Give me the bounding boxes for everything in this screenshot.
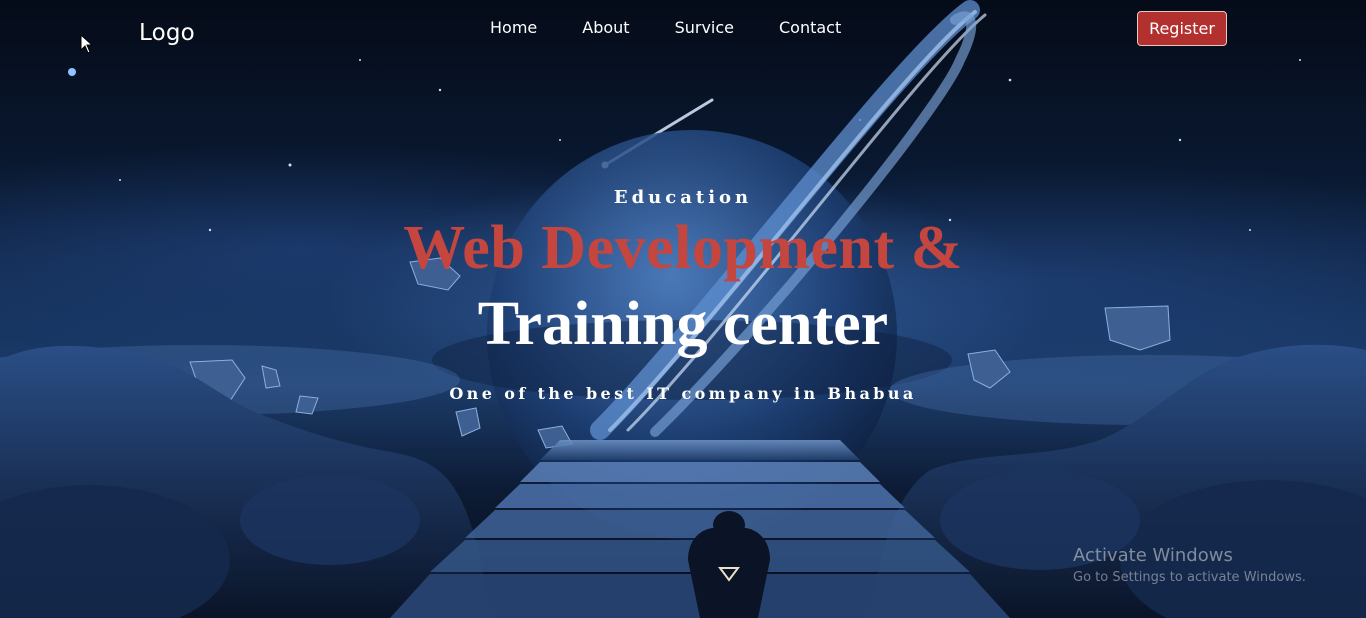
hero-tagline: One of the best IT company in Bhabua (449, 384, 917, 403)
nav-link-about[interactable]: About (582, 18, 629, 37)
nav-link-home[interactable]: Home (490, 18, 537, 37)
site-logo[interactable]: Logo (139, 20, 195, 46)
hero-title-line2: Training center (477, 290, 889, 358)
nav-link-contact[interactable]: Contact (779, 18, 841, 37)
activate-windows-title: Activate Windows (1073, 545, 1233, 566)
hero-eyebrow: Education (613, 187, 753, 208)
register-button[interactable]: Register (1137, 11, 1227, 46)
mouse-pointer-icon (80, 33, 94, 58)
nav-link-service[interactable]: Survice (675, 18, 734, 37)
main-nav: Home About Survice Contact (490, 18, 841, 37)
hero-title-line1: Web Development & (403, 214, 963, 282)
activate-windows-subtitle: Go to Settings to activate Windows. (1073, 570, 1306, 585)
